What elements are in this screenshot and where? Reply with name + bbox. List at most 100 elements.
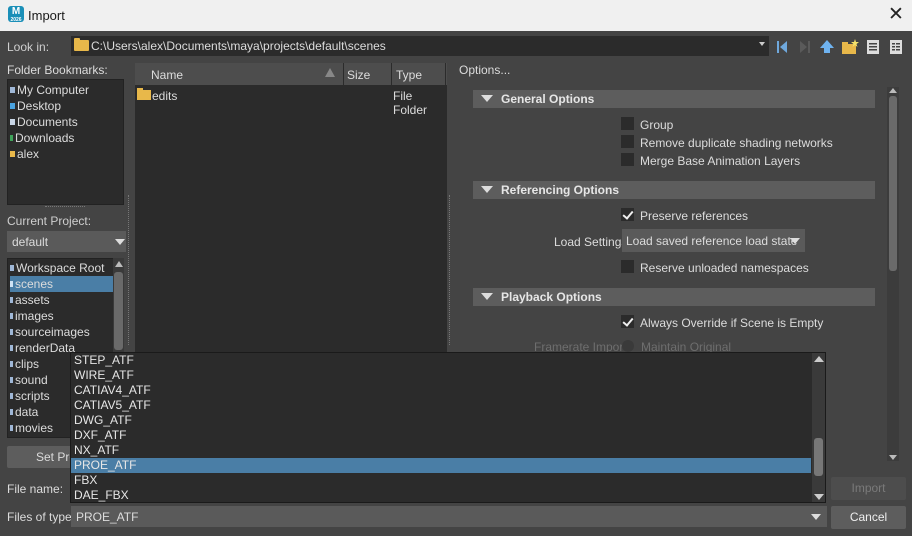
- preserve-references-label: Preserve references: [640, 209, 749, 223]
- scroll-down-icon[interactable]: [814, 494, 824, 500]
- merge-base-checkbox[interactable]: [621, 153, 634, 166]
- group-checkbox[interactable]: [621, 117, 634, 130]
- bookmark-label: Documents: [17, 115, 78, 129]
- scrollbar-thumb[interactable]: [114, 272, 123, 350]
- dropdown-option[interactable]: DWG_ATF: [71, 413, 811, 428]
- folder-icon: [10, 297, 13, 303]
- file-row-name[interactable]: edits: [152, 89, 177, 103]
- reserve-namespaces-checkbox[interactable]: [621, 260, 634, 273]
- always-override-checkbox[interactable]: [621, 315, 634, 328]
- close-icon[interactable]: ✕: [884, 4, 908, 26]
- column-divider[interactable]: [391, 63, 392, 85]
- workspace-item-sourceimages[interactable]: sourceimages: [10, 324, 113, 340]
- current-project-value: default: [12, 235, 49, 249]
- scroll-up-icon[interactable]: [115, 261, 123, 267]
- group-label: Group: [640, 118, 674, 132]
- column-header-name[interactable]: Name: [151, 68, 183, 82]
- app-icon-version: 2026: [10, 17, 22, 23]
- column-divider[interactable]: [445, 63, 446, 85]
- current-project-combo[interactable]: default: [7, 231, 126, 252]
- workspace-item-label: sourceimages: [15, 325, 90, 339]
- workspace-item-label: images: [15, 309, 54, 323]
- dropdown-option[interactable]: WIRE_ATF: [71, 368, 811, 383]
- file-list-header: Name Size Type: [135, 63, 447, 85]
- workspace-item-label: sound: [15, 373, 48, 387]
- file-type-dropdown[interactable]: STEP_ATF WIRE_ATF CATIAV4_ATF CATIAV5_AT…: [70, 352, 826, 503]
- splitter-handle[interactable]: [45, 206, 85, 210]
- detail-view-icon[interactable]: [887, 38, 905, 56]
- scroll-up-icon[interactable]: [814, 356, 824, 362]
- import-button[interactable]: Import: [831, 477, 906, 500]
- back-icon[interactable]: [773, 38, 791, 56]
- window-title: Import: [28, 8, 65, 23]
- file-list[interactable]: Name Size Type edits File Folder: [135, 63, 447, 353]
- maya-app-icon: M 2026: [8, 6, 24, 23]
- options-scrollbar[interactable]: [887, 87, 899, 461]
- scrollbar-thumb[interactable]: [814, 438, 823, 476]
- splitter-handle-left[interactable]: [128, 195, 130, 345]
- forward-icon[interactable]: [796, 38, 814, 56]
- user-folder-icon: [10, 151, 15, 157]
- workspace-item-scenes[interactable]: scenes: [10, 276, 113, 292]
- dropdown-option[interactable]: DXF_ATF: [71, 428, 811, 443]
- column-header-size[interactable]: Size: [347, 68, 370, 82]
- dropdown-option[interactable]: STEP_ATF: [71, 353, 811, 368]
- bookmarks-list[interactable]: My Computer Desktop Documents Downloads …: [7, 79, 124, 205]
- up-folder-icon[interactable]: [818, 38, 836, 56]
- section-general-options[interactable]: General Options: [473, 90, 875, 108]
- column-divider[interactable]: [343, 63, 344, 85]
- files-of-type-value: PROE_ATF: [76, 510, 139, 524]
- section-referencing-options[interactable]: Referencing Options: [473, 181, 875, 199]
- dropdown-scrollbar[interactable]: [812, 353, 825, 502]
- file-row-type: File Folder: [393, 89, 428, 117]
- dropdown-option-selected[interactable]: PROE_ATF: [71, 458, 811, 473]
- section-playback-options[interactable]: Playback Options: [473, 288, 875, 306]
- maintain-original-radio[interactable]: [622, 340, 634, 352]
- downloads-icon: [10, 135, 13, 141]
- workspace-item-images[interactable]: images: [10, 308, 113, 324]
- collapse-triangle-icon: [481, 186, 493, 193]
- bookmark-my-computer[interactable]: My Computer: [10, 82, 89, 98]
- collapse-triangle-icon: [481, 95, 493, 102]
- chevron-down-icon[interactable]: [759, 42, 765, 46]
- new-folder-icon[interactable]: [841, 38, 859, 56]
- workspace-item-label: scenes: [15, 277, 54, 291]
- scroll-up-icon[interactable]: [889, 88, 897, 93]
- dropdown-option[interactable]: CATIAV4_ATF: [71, 383, 811, 398]
- folder-icon: [10, 345, 13, 351]
- bookmark-desktop[interactable]: Desktop: [10, 98, 61, 114]
- load-settings-combo[interactable]: Load saved reference load state: [622, 229, 805, 252]
- look-in-label: Look in:: [7, 40, 50, 54]
- remove-duplicate-checkbox[interactable]: [621, 135, 634, 148]
- dropdown-option[interactable]: NX_ATF: [71, 443, 811, 458]
- cancel-button[interactable]: Cancel: [831, 506, 906, 529]
- look-in-path: C:\Users\alex\Documents\maya\projects\de…: [91, 39, 386, 53]
- bookmark-alex[interactable]: alex: [10, 146, 39, 162]
- desktop-icon: [10, 103, 15, 109]
- dropdown-option[interactable]: FBX: [71, 473, 811, 488]
- chevron-down-icon: [811, 514, 821, 520]
- dropdown-option[interactable]: CATIAV5_ATF: [71, 398, 811, 413]
- chevron-down-icon: [790, 238, 800, 244]
- workspace-item-root[interactable]: Workspace Root: [10, 260, 113, 276]
- preserve-references-checkbox[interactable]: [621, 208, 634, 221]
- splitter-handle-right[interactable]: [449, 195, 451, 345]
- folder-icon: [10, 425, 13, 431]
- scroll-down-icon[interactable]: [889, 455, 897, 460]
- workspace-item-assets[interactable]: assets: [10, 292, 113, 308]
- list-view-icon[interactable]: [864, 38, 882, 56]
- workspace-item-label: clips: [15, 357, 40, 371]
- project-dropdown-button[interactable]: [111, 231, 126, 252]
- folder-icon: [10, 313, 13, 319]
- files-of-type-combo[interactable]: PROE_ATF: [71, 506, 827, 527]
- scrollbar-thumb[interactable]: [889, 96, 897, 271]
- bookmark-downloads[interactable]: Downloads: [10, 130, 74, 146]
- folder-icon: [74, 38, 89, 51]
- look-in-combo[interactable]: C:\Users\alex\Documents\maya\projects\de…: [71, 36, 769, 56]
- folder-icon: [10, 281, 13, 287]
- section-title: Playback Options: [501, 290, 602, 304]
- dropdown-option[interactable]: DAE_FBX: [71, 488, 811, 502]
- column-header-type[interactable]: Type: [396, 68, 422, 82]
- folder-icon: [10, 329, 13, 335]
- bookmark-documents[interactable]: Documents: [10, 114, 78, 130]
